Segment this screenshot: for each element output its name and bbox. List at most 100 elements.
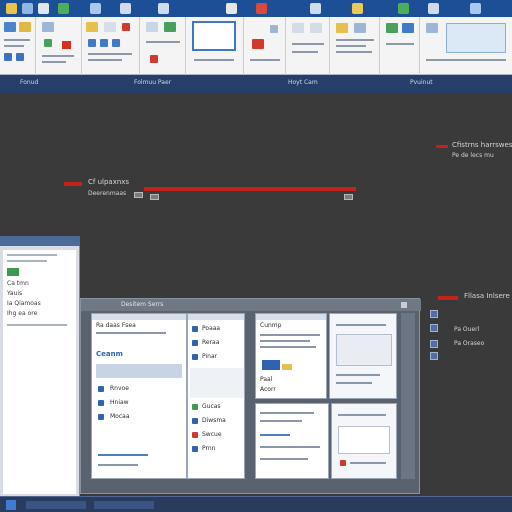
panel-icon[interactable] [430, 310, 438, 318]
link-icon[interactable] [150, 194, 159, 200]
text-line [338, 414, 386, 416]
ribbon-line [4, 39, 30, 41]
undo-icon[interactable] [22, 3, 33, 14]
search-icon[interactable] [310, 3, 321, 14]
selected-row[interactable] [96, 364, 182, 378]
close-icon[interactable] [401, 302, 407, 308]
text-line [98, 464, 138, 466]
list-item[interactable]: Yauis [7, 290, 22, 297]
taskbar-item[interactable] [26, 501, 86, 509]
pane-item[interactable]: Acorr [260, 386, 276, 393]
layout-icon[interactable] [158, 3, 169, 14]
style-green-icon[interactable] [164, 22, 176, 32]
end-marker-icon[interactable] [344, 194, 353, 200]
scrollbar[interactable] [401, 313, 415, 479]
insert-picture-icon[interactable] [252, 39, 264, 49]
brush-icon[interactable] [90, 3, 101, 14]
print-icon[interactable] [58, 3, 69, 14]
arrange-icon[interactable] [292, 23, 304, 33]
preview-image[interactable] [336, 334, 392, 366]
copy-format-icon[interactable] [19, 22, 31, 32]
ribbon-line [4, 45, 24, 47]
text-line [260, 446, 320, 448]
panel-icon[interactable] [430, 352, 438, 360]
callout-title: Cfistrns harrswesrs [452, 141, 512, 149]
copy-icon[interactable] [226, 3, 237, 14]
table-preview[interactable] [338, 426, 390, 454]
start-icon[interactable] [6, 500, 16, 510]
tool-icon[interactable] [192, 446, 198, 452]
panel-icon[interactable] [430, 340, 438, 348]
align-left-icon[interactable] [88, 39, 96, 47]
save-icon[interactable] [6, 3, 17, 14]
list-item[interactable]: Ia Qiamoas [7, 300, 41, 307]
taskbar-item[interactable] [94, 501, 154, 509]
settings-icon[interactable] [470, 3, 481, 14]
tool-icon[interactable] [192, 354, 198, 360]
clone-icon[interactable] [16, 53, 24, 61]
tool-item[interactable]: Gucas [202, 403, 221, 410]
redo-icon[interactable] [38, 3, 49, 14]
tool-item[interactable]: Swcue [202, 431, 222, 438]
pane-header [92, 314, 186, 320]
tool-icon[interactable] [192, 326, 198, 332]
left-panel-body: Ca tmn Yauis Ia Qiamoas Ihg ea ore [3, 250, 76, 494]
preview-thumbnail[interactable] [192, 21, 236, 51]
paste-icon[interactable] [4, 22, 16, 32]
cut-icon[interactable] [256, 3, 267, 14]
panel-icon[interactable] [430, 324, 438, 332]
cut-icon[interactable] [4, 53, 12, 61]
text-line [350, 462, 386, 464]
font-color-icon[interactable] [62, 41, 71, 49]
list-item[interactable]: Mocaa [110, 413, 130, 420]
folder-icon[interactable] [352, 3, 363, 14]
insert-shape-icon[interactable] [270, 25, 278, 33]
style-icon[interactable] [146, 22, 158, 32]
window-title: Desitem Serrs [121, 301, 164, 308]
shapes-icon[interactable] [120, 3, 131, 14]
text-line [260, 458, 308, 460]
zoom-icon[interactable] [402, 23, 414, 33]
pane-heading: Cunmp [260, 322, 282, 329]
tool-item[interactable]: Prnn [202, 445, 215, 452]
find-icon[interactable] [336, 23, 348, 33]
item-icon [98, 386, 104, 392]
align-right-icon[interactable] [112, 39, 120, 47]
tool-icon[interactable] [192, 340, 198, 346]
tool-item[interactable]: Reraa [202, 339, 219, 346]
list-item[interactable]: Ca tmn [7, 280, 29, 287]
ribbon-group-insert [244, 17, 286, 75]
bullets-icon[interactable] [86, 22, 98, 32]
ribbon-line [88, 53, 132, 55]
font-icon[interactable] [42, 22, 54, 32]
share-icon[interactable] [398, 3, 409, 14]
tool-item[interactable]: Diwsma [202, 417, 226, 424]
style-red-icon[interactable] [150, 55, 158, 63]
replace-icon[interactable] [354, 23, 366, 33]
tool-icon[interactable] [192, 418, 198, 424]
ribbon-line [426, 59, 506, 61]
tool-icon[interactable] [192, 404, 198, 410]
pane-label[interactable]: Ceanm [96, 350, 123, 358]
highlight-icon[interactable] [44, 39, 52, 47]
list-item[interactable]: Ihg ea ore [7, 310, 37, 317]
text-line [336, 324, 386, 326]
gallery-preview[interactable] [446, 23, 506, 53]
help-icon[interactable] [428, 3, 439, 14]
indent-icon[interactable] [122, 23, 130, 31]
link-icon[interactable] [134, 192, 143, 198]
tool-item[interactable]: Pinar [202, 353, 217, 360]
list-item[interactable]: Hniaw [110, 399, 129, 406]
numbering-icon[interactable] [104, 22, 116, 32]
group-icon[interactable] [310, 23, 322, 33]
text-line [260, 420, 302, 422]
gallery-icon[interactable] [426, 23, 438, 33]
list-item[interactable]: Rnvoe [110, 385, 129, 392]
callout-subtitle: Pe de lecs mu [452, 152, 494, 159]
pane-item[interactable]: Paal [260, 376, 272, 383]
view-icon[interactable] [386, 23, 398, 33]
ribbon-group-gallery [420, 17, 512, 75]
tool-icon[interactable] [192, 432, 198, 438]
tool-item[interactable]: Poaaa [202, 325, 220, 332]
align-center-icon[interactable] [100, 39, 108, 47]
